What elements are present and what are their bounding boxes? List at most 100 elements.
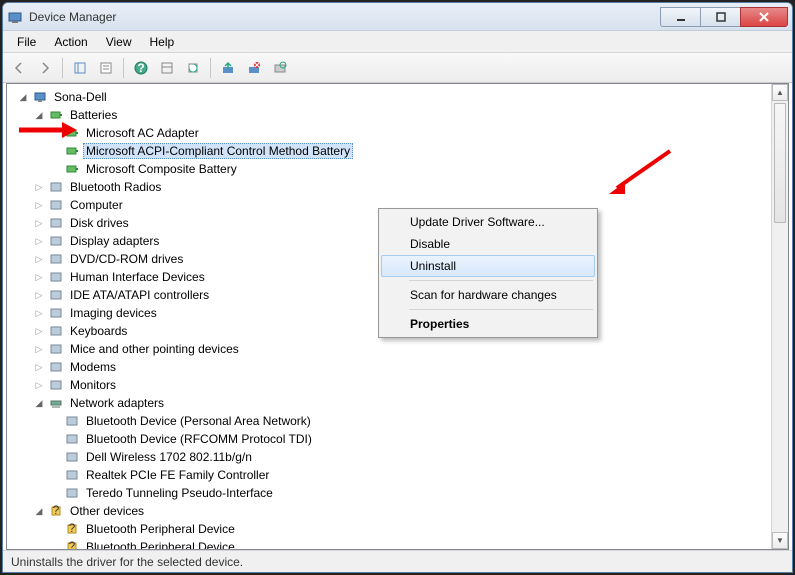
tree-label: Bluetooth Radios [67, 179, 164, 195]
tree-category[interactable]: ▷Modems [11, 358, 771, 376]
tree-root[interactable]: ◢ Sona-Dell [11, 88, 771, 106]
back-button[interactable] [7, 56, 31, 80]
tree-item-ac-adapter[interactable]: Microsoft AC Adapter [11, 124, 771, 142]
details-button[interactable] [155, 56, 179, 80]
titlebar[interactable]: Device Manager [3, 3, 792, 31]
mouse-icon [48, 341, 64, 357]
menu-file[interactable]: File [9, 33, 44, 51]
network-adapter-icon [64, 431, 80, 447]
refresh-button[interactable] [181, 56, 205, 80]
expand-icon[interactable]: ▷ [33, 379, 45, 391]
unknown-device-icon: ? [64, 539, 80, 549]
update-driver-button[interactable] [216, 56, 240, 80]
expand-icon[interactable]: ▷ [33, 325, 45, 337]
tree-label: IDE ATA/ATAPI controllers [67, 287, 212, 303]
context-menu: Update Driver Software... Disable Uninst… [378, 208, 598, 338]
tree-category-other[interactable]: ◢ ? Other devices [11, 502, 771, 520]
scroll-up-button[interactable]: ▲ [772, 84, 788, 101]
collapse-icon[interactable]: ◢ [33, 397, 45, 409]
tree-label: Bluetooth Peripheral Device [83, 539, 238, 549]
expand-icon[interactable]: ▷ [33, 343, 45, 355]
toolbar-separator [62, 58, 63, 78]
window-controls [660, 7, 788, 27]
expand-icon[interactable]: ▷ [33, 361, 45, 373]
minimize-button[interactable] [660, 7, 700, 27]
tree-item[interactable]: Bluetooth Device (RFCOMM Protocol TDI) [11, 430, 771, 448]
menubar: File Action View Help [3, 31, 792, 53]
network-icon [48, 395, 64, 411]
vertical-scrollbar[interactable]: ▲ ▼ [771, 84, 788, 549]
uninstall-button[interactable] [242, 56, 266, 80]
expand-icon[interactable]: ▷ [33, 289, 45, 301]
computer-icon [32, 89, 48, 105]
tree-item[interactable]: Teredo Tunneling Pseudo-Interface [11, 484, 771, 502]
scroll-track[interactable] [772, 101, 788, 532]
show-hide-tree-button[interactable] [68, 56, 92, 80]
battery-icon [48, 107, 64, 123]
forward-button[interactable] [33, 56, 57, 80]
other-device-icon: ? [48, 503, 64, 519]
battery-icon [64, 161, 80, 177]
tree-label: Mice and other pointing devices [67, 341, 242, 357]
network-adapter-icon [64, 467, 80, 483]
scroll-down-button[interactable]: ▼ [772, 532, 788, 549]
network-adapter-icon [64, 449, 80, 465]
scroll-thumb[interactable] [774, 103, 786, 223]
toolbar: ? [3, 53, 792, 83]
tree-label: Microsoft ACPI-Compliant Control Method … [83, 143, 353, 159]
collapse-icon[interactable]: ◢ [33, 505, 45, 517]
menu-separator [409, 309, 593, 310]
tree-item[interactable]: Bluetooth Device (Personal Area Network) [11, 412, 771, 430]
properties-button[interactable] [94, 56, 118, 80]
menu-properties[interactable]: Properties [381, 313, 595, 335]
ide-icon [48, 287, 64, 303]
expand-icon[interactable]: ▷ [33, 307, 45, 319]
expand-icon[interactable]: ▷ [33, 253, 45, 265]
tree-item-composite-battery[interactable]: Microsoft Composite Battery [11, 160, 771, 178]
menu-disable[interactable]: Disable [381, 233, 595, 255]
tree-label: Network adapters [67, 395, 167, 411]
tree-label: Microsoft AC Adapter [83, 125, 202, 141]
help-button[interactable]: ? [129, 56, 153, 80]
expand-icon[interactable]: ▷ [33, 271, 45, 283]
tree-item[interactable]: ?Bluetooth Peripheral Device [11, 538, 771, 549]
network-adapter-icon [64, 485, 80, 501]
menu-action[interactable]: Action [46, 33, 95, 51]
tree-item[interactable]: Dell Wireless 1702 802.11b/g/n [11, 448, 771, 466]
expand-icon[interactable]: ▷ [33, 199, 45, 211]
menu-update-driver[interactable]: Update Driver Software... [381, 211, 595, 233]
collapse-icon[interactable]: ◢ [17, 91, 29, 103]
tree-category-batteries[interactable]: ◢ Batteries [11, 106, 771, 124]
tree-category[interactable]: ▷ Mice and other pointing devices [11, 340, 771, 358]
tree-root-label: Sona-Dell [51, 89, 110, 105]
menu-help[interactable]: Help [142, 33, 183, 51]
close-button[interactable] [740, 7, 788, 27]
menu-scan-hardware[interactable]: Scan for hardware changes [381, 284, 595, 306]
collapse-icon[interactable]: ◢ [33, 109, 45, 121]
tree-label: Imaging devices [67, 305, 160, 321]
tree-label: Display adapters [67, 233, 162, 249]
tree-label: Bluetooth Device (Personal Area Network) [83, 413, 314, 429]
content-area: ◢ Sona-Dell ◢ Batteries Microsoft AC Ada… [6, 83, 789, 550]
keyboard-icon [48, 323, 64, 339]
app-icon [7, 9, 23, 25]
battery-icon [64, 125, 80, 141]
scan-hardware-button[interactable] [268, 56, 292, 80]
expand-icon[interactable]: ▷ [33, 181, 45, 193]
tree-item[interactable]: ?Bluetooth Peripheral Device [11, 520, 771, 538]
tree-item[interactable]: Realtek PCIe FE Family Controller [11, 466, 771, 484]
disk-icon [48, 215, 64, 231]
menu-view[interactable]: View [98, 33, 140, 51]
menu-separator [409, 280, 593, 281]
maximize-button[interactable] [700, 7, 740, 27]
tree-label: Bluetooth Peripheral Device [83, 521, 238, 537]
tree-category[interactable]: ▷Monitors [11, 376, 771, 394]
camera-icon [48, 305, 64, 321]
expand-icon[interactable]: ▷ [33, 235, 45, 247]
tree-item-acpi-battery[interactable]: Microsoft ACPI-Compliant Control Method … [11, 142, 771, 160]
menu-uninstall[interactable]: Uninstall [381, 255, 595, 277]
tree-category[interactable]: ▷ Bluetooth Radios [11, 178, 771, 196]
computer-icon [48, 197, 64, 213]
expand-icon[interactable]: ▷ [33, 217, 45, 229]
tree-category-network[interactable]: ◢ Network adapters [11, 394, 771, 412]
